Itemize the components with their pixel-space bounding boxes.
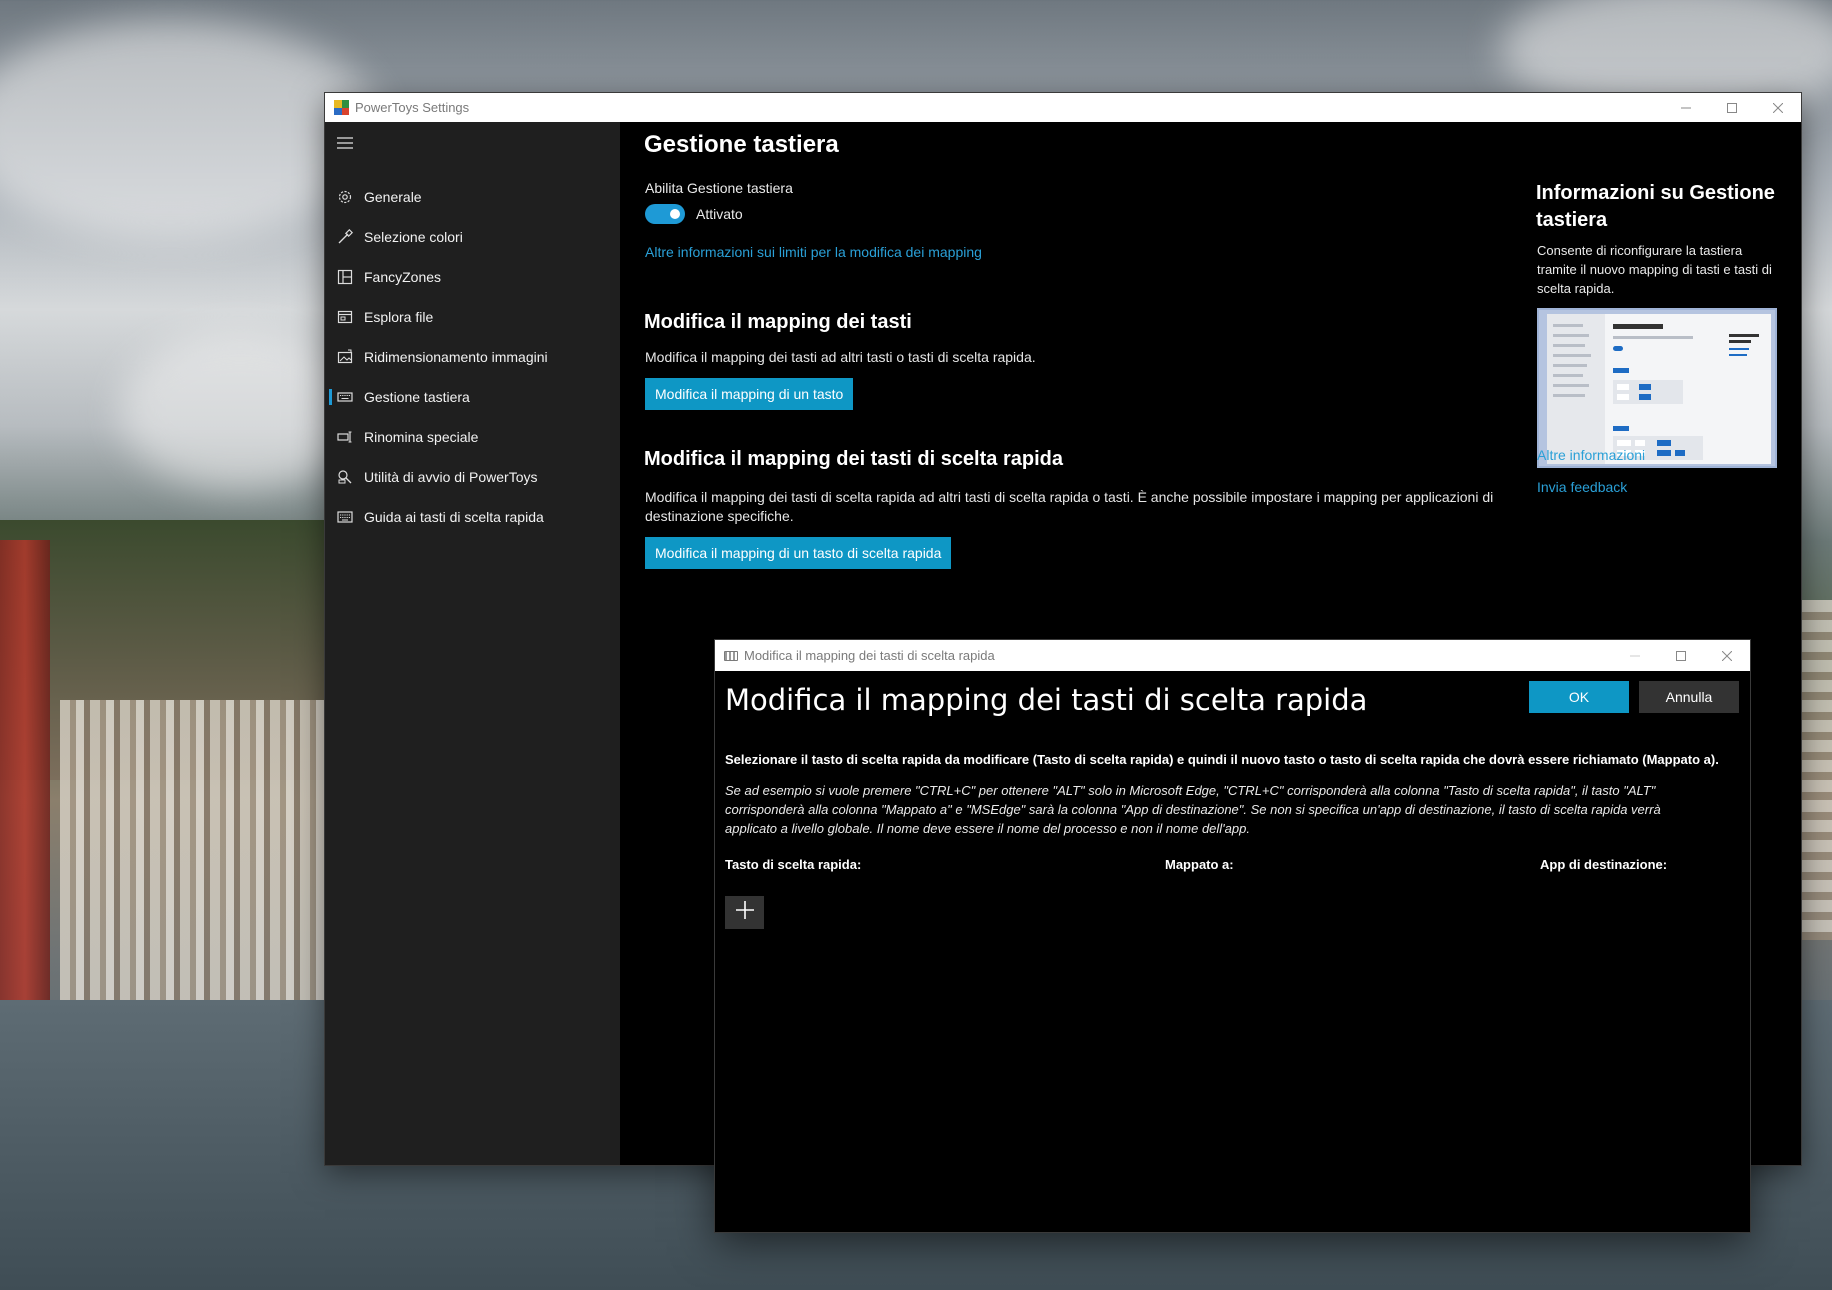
nav-list: Generale Selezione colori FancyZones Esp…: [325, 177, 620, 537]
sidebar-item-ridimensionamento-immagini[interactable]: Ridimensionamento immagini: [325, 337, 620, 377]
sidebar-item-selezione-colori[interactable]: Selezione colori: [325, 217, 620, 257]
dialog-instructions: Selezionare il tasto di scelta rapida da…: [725, 752, 1719, 767]
cancel-button[interactable]: Annulla: [1639, 681, 1739, 713]
page-title: Gestione tastiera: [644, 131, 839, 158]
zones-icon: [336, 268, 354, 286]
sidebar: Generale Selezione colori FancyZones Esp…: [325, 122, 620, 1165]
keyboard-icon: [336, 388, 354, 406]
launcher-icon: [336, 468, 354, 486]
remap-shortcuts-heading: Modifica il mapping dei tasti di scelta …: [644, 448, 1063, 470]
window-title: PowerToys Settings: [355, 100, 470, 115]
maximize-icon[interactable]: [1658, 641, 1704, 670]
powertoys-app-icon: [334, 100, 349, 115]
remap-keys-heading: Modifica il mapping dei tasti: [644, 311, 912, 333]
hamburger-menu-icon[interactable]: [337, 136, 355, 150]
add-shortcut-button[interactable]: [725, 896, 764, 929]
maximize-icon[interactable]: [1709, 93, 1755, 122]
minimize-icon[interactable]: [1663, 93, 1709, 122]
send-feedback-link[interactable]: Invia feedback: [1537, 479, 1627, 495]
rename-icon: [336, 428, 354, 446]
sidebar-item-rinomina-speciale[interactable]: Rinomina speciale: [325, 417, 620, 457]
about-description: Consente di riconfigurare la tastiera tr…: [1537, 243, 1772, 296]
about-title: Informazioni su Gestione tastiera: [1536, 182, 1775, 231]
close-icon[interactable]: [1704, 641, 1750, 670]
title-bar[interactable]: PowerToys Settings: [325, 93, 1801, 122]
sidebar-item-guida-tasti[interactable]: Guida ai tasti di scelta rapida: [325, 497, 620, 537]
dialog-heading: Modifica il mapping dei tasti di scelta …: [725, 683, 1368, 717]
image-resize-icon: [336, 348, 354, 366]
sidebar-item-label: Gestione tastiera: [364, 389, 470, 405]
dialog-window-title: Modifica il mapping dei tasti di scelta …: [744, 648, 995, 663]
plus-icon: [735, 900, 755, 925]
sidebar-item-esplora-file[interactable]: Esplora file: [325, 297, 620, 337]
dialog-title-bar[interactable]: Modifica il mapping dei tasti di scelta …: [715, 640, 1750, 671]
sidebar-item-fancyzones[interactable]: FancyZones: [325, 257, 620, 297]
toggle-state-label: Attivato: [696, 206, 743, 222]
sidebar-item-gestione-tastiera[interactable]: Gestione tastiera: [325, 377, 620, 417]
enable-label: Abilita Gestione tastiera: [645, 180, 793, 196]
sidebar-item-label: Ridimensionamento immagini: [364, 349, 548, 365]
remap-keys-description: Modifica il mapping dei tasti ad altri t…: [645, 349, 1036, 365]
dialog-example: Se ad esempio si vuole premere "CTRL+C" …: [725, 783, 1661, 836]
sidebar-item-label: Generale: [364, 189, 422, 205]
remap-key-button[interactable]: Modifica il mapping di un tasto: [645, 378, 854, 410]
remap-shortcuts-dialog: Modifica il mapping dei tasti di scelta …: [715, 640, 1750, 1232]
file-explorer-icon: [336, 308, 354, 326]
shortcut-guide-icon: [336, 508, 354, 526]
ok-button[interactable]: OK: [1529, 681, 1629, 713]
column-header-mapped-to: Mappato a:: [1165, 857, 1234, 872]
enable-toggle[interactable]: [645, 204, 685, 224]
gear-icon: [336, 188, 354, 206]
minimize-icon[interactable]: [1612, 641, 1658, 670]
column-header-target-app: App di destinazione:: [1540, 857, 1668, 872]
keyboard-icon: [724, 650, 738, 661]
keyboard-manager-preview-image: [1537, 308, 1777, 468]
column-header-shortcut: Tasto di scelta rapida:: [725, 857, 862, 872]
sidebar-item-label: Utilità di avvio di PowerToys: [364, 469, 538, 485]
sidebar-item-label: Selezione colori: [364, 229, 463, 245]
sidebar-item-utilita-di-avvio[interactable]: Utilità di avvio di PowerToys: [325, 457, 620, 497]
close-icon[interactable]: [1755, 93, 1801, 122]
sidebar-item-generale[interactable]: Generale: [325, 177, 620, 217]
sidebar-item-label: FancyZones: [364, 269, 442, 285]
remap-shortcuts-description: Modifica il mapping dei tasti di scelta …: [645, 489, 1494, 524]
sidebar-item-label: Guida ai tasti di scelta rapida: [364, 509, 544, 525]
limits-info-link[interactable]: Altre informazioni sui limiti per la mod…: [645, 244, 982, 260]
remap-shortcut-button[interactable]: Modifica il mapping di un tasto di scelt…: [645, 537, 952, 569]
eyedropper-icon: [336, 228, 354, 246]
more-info-link[interactable]: Altre informazioni: [1537, 447, 1645, 463]
sidebar-item-label: Esplora file: [364, 309, 434, 325]
sidebar-item-label: Rinomina speciale: [364, 429, 479, 445]
